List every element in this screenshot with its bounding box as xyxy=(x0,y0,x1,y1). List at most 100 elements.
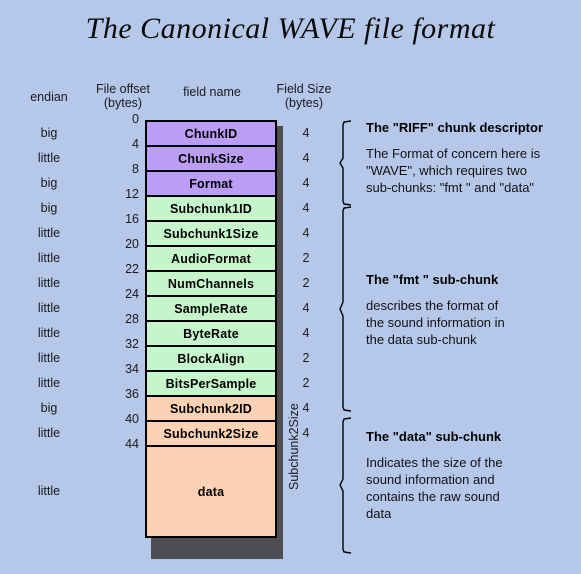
note-data-body: Indicates the size of the sound informat… xyxy=(366,454,578,522)
field-box: BitsPerSample xyxy=(145,370,277,397)
column-header-file-offset-line1: File offset xyxy=(96,82,150,96)
note-data-body-line-3: contains the raw sound xyxy=(366,489,500,504)
field-box-label: AudioFormat xyxy=(171,251,251,266)
note-fmt-body-line-2: the sound information in xyxy=(366,315,505,330)
field-box-label: SampleRate xyxy=(174,301,248,316)
note-data-sub-chunk: The "data" sub-chunk Indicates the size … xyxy=(366,429,578,522)
field-box: BlockAlign xyxy=(145,345,277,372)
note-riff-title: The "RIFF" chunk descriptor xyxy=(366,120,544,135)
note-riff-chunk-descriptor: The "RIFF" chunk descriptor The Format o… xyxy=(366,120,578,196)
field-size-value: 2 xyxy=(302,275,310,290)
file-offset-value: 8 xyxy=(132,162,139,176)
field-size-value: 4 xyxy=(302,150,310,165)
field-size-value: 2 xyxy=(302,350,310,365)
field-size-value: 4 xyxy=(302,125,310,140)
file-offset-value: 20 xyxy=(125,237,139,251)
field-size-value: 4 xyxy=(302,325,310,340)
field-box: ByteRate xyxy=(145,320,277,347)
note-data-title: The "data" sub-chunk xyxy=(366,429,502,444)
column-header-file-offset: File offset (bytes) xyxy=(84,82,162,110)
file-offset-value: 40 xyxy=(125,412,139,426)
field-box-label: Subchunk2Size xyxy=(163,426,259,441)
field-box-label: data xyxy=(197,484,225,499)
endian-value: big xyxy=(40,175,58,190)
field-box: Subchunk1ID xyxy=(145,195,277,222)
file-offset-value: 4 xyxy=(132,137,139,151)
field-box-label: NumChannels xyxy=(167,276,255,291)
note-riff-body-line-3: sub-chunks: "fmt " and "data" xyxy=(366,180,535,195)
field-box-label: BlockAlign xyxy=(177,351,245,366)
file-offset-value: 28 xyxy=(125,312,139,326)
wave-format-diagram: The Canonical WAVE file format endian Fi… xyxy=(0,0,581,574)
column-header-field-name: field name xyxy=(164,85,260,99)
note-fmt-body-line-3: the data sub-chunk xyxy=(366,332,477,347)
endian-value: big xyxy=(40,400,58,415)
field-box-label: ByteRate xyxy=(183,326,239,341)
file-offset-value: 24 xyxy=(125,287,139,301)
endian-value: little xyxy=(37,483,61,498)
file-offset-value: 22 xyxy=(125,262,139,276)
file-offset-value: 0 xyxy=(132,112,139,126)
endian-value: little xyxy=(37,375,61,390)
note-data-body-line-4: data xyxy=(366,506,392,521)
file-offset-value: 34 xyxy=(125,362,139,376)
note-fmt-title: The "fmt " sub-chunk xyxy=(366,272,499,287)
endian-value: little xyxy=(37,250,61,265)
field-box: Subchunk2ID xyxy=(145,395,277,422)
endian-value: big xyxy=(40,200,58,215)
endian-value: little xyxy=(37,225,61,240)
field-size-value: 4 xyxy=(302,200,310,215)
column-header-field-name-label: field name xyxy=(183,85,241,99)
field-box-label: Subchunk2ID xyxy=(169,401,253,416)
field-box: Subchunk1Size xyxy=(145,220,277,247)
endian-value: little xyxy=(37,275,61,290)
field-box-label: Format xyxy=(189,176,233,191)
field-box-label: Subchunk1Size xyxy=(163,226,259,241)
endian-value: little xyxy=(37,325,61,340)
endian-value: little xyxy=(37,150,61,165)
column-header-field-size-line1: Field Size xyxy=(276,82,332,96)
field-box: AudioFormat xyxy=(145,245,277,272)
field-size-value: 4 xyxy=(302,300,310,315)
page-title: The Canonical WAVE file format xyxy=(85,12,496,45)
field-box-label: ChunkSize xyxy=(178,151,244,166)
brace-fmt-icon xyxy=(337,206,361,412)
note-data-body-line-1: Indicates the size of the xyxy=(366,455,503,470)
endian-value: little xyxy=(37,350,61,365)
field-box-label: BitsPerSample xyxy=(165,376,257,391)
brace-data-icon xyxy=(337,417,361,554)
field-size-value: 2 xyxy=(302,250,310,265)
field-box: Format xyxy=(145,170,277,197)
note-riff-body: The Format of concern here is "WAVE", wh… xyxy=(366,145,578,196)
field-box: NumChannels xyxy=(145,270,277,297)
note-data-body-line-2: sound information and xyxy=(366,472,495,487)
endian-value: big xyxy=(40,125,58,140)
file-offset-value: 16 xyxy=(125,212,139,226)
note-fmt-body: describes the format of the sound inform… xyxy=(366,297,578,348)
field-box: Subchunk2Size xyxy=(145,420,277,447)
column-header-endian-label: endian xyxy=(30,90,68,104)
column-header-endian: endian xyxy=(14,90,84,104)
column-header-field-size: Field Size (bytes) xyxy=(262,82,346,110)
column-header-file-offset-line2: (bytes) xyxy=(103,96,143,110)
endian-value: little xyxy=(37,425,61,440)
field-size-value: 4 xyxy=(302,225,310,240)
file-offset-value: 12 xyxy=(125,187,139,201)
field-box: ChunkSize xyxy=(145,145,277,172)
note-riff-body-line-2: "WAVE", which requires two xyxy=(366,163,527,178)
field-box: ChunkID xyxy=(145,120,277,147)
note-riff-body-line-1: The Format of concern here is xyxy=(366,146,541,161)
file-offset-value: 32 xyxy=(125,337,139,351)
field-box: SampleRate xyxy=(145,295,277,322)
endian-value: little xyxy=(37,300,61,315)
note-fmt-body-line-1: describes the format of xyxy=(366,298,499,313)
file-offset-value: 36 xyxy=(125,387,139,401)
subchunk2size-vertical-label: Subchunk2Size xyxy=(287,403,301,490)
note-fmt-sub-chunk: The "fmt " sub-chunk describes the forma… xyxy=(366,272,578,348)
field-box: data xyxy=(145,445,277,538)
brace-riff-icon xyxy=(337,120,361,206)
file-offset-value: 44 xyxy=(125,437,139,451)
field-box-label: ChunkID xyxy=(184,126,238,141)
column-header-field-size-line2: (bytes) xyxy=(284,96,324,110)
field-size-value: 4 xyxy=(302,175,310,190)
